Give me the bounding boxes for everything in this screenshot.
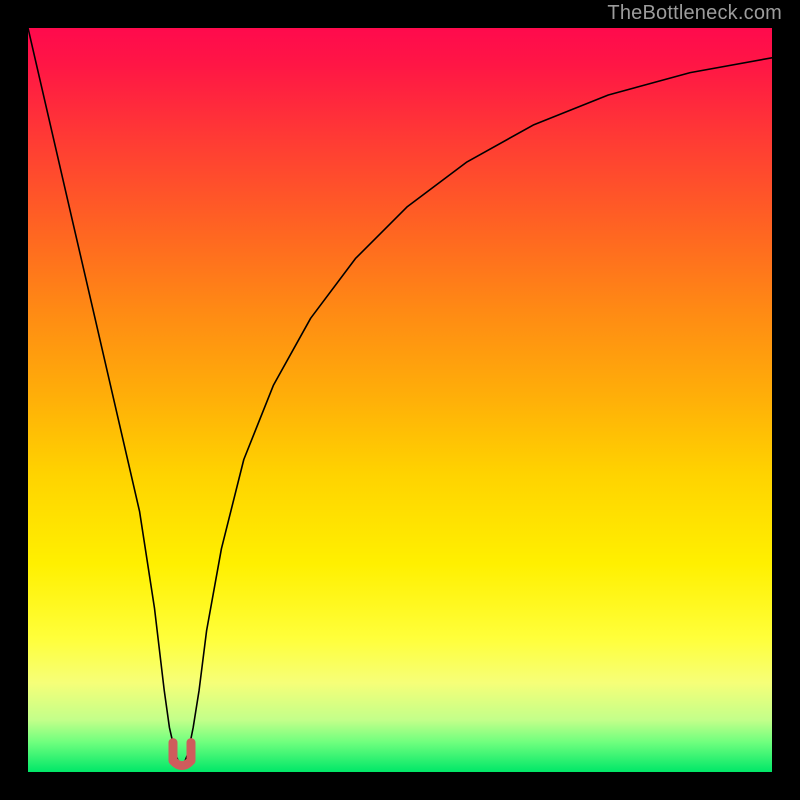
watermark-text: TheBottleneck.com [607,2,782,25]
curve-svg [28,28,772,772]
chart-frame: TheBottleneck.com [0,0,800,800]
bottleneck-curve [28,28,772,765]
plot-area [28,28,772,772]
marker-u-shape [173,743,191,766]
